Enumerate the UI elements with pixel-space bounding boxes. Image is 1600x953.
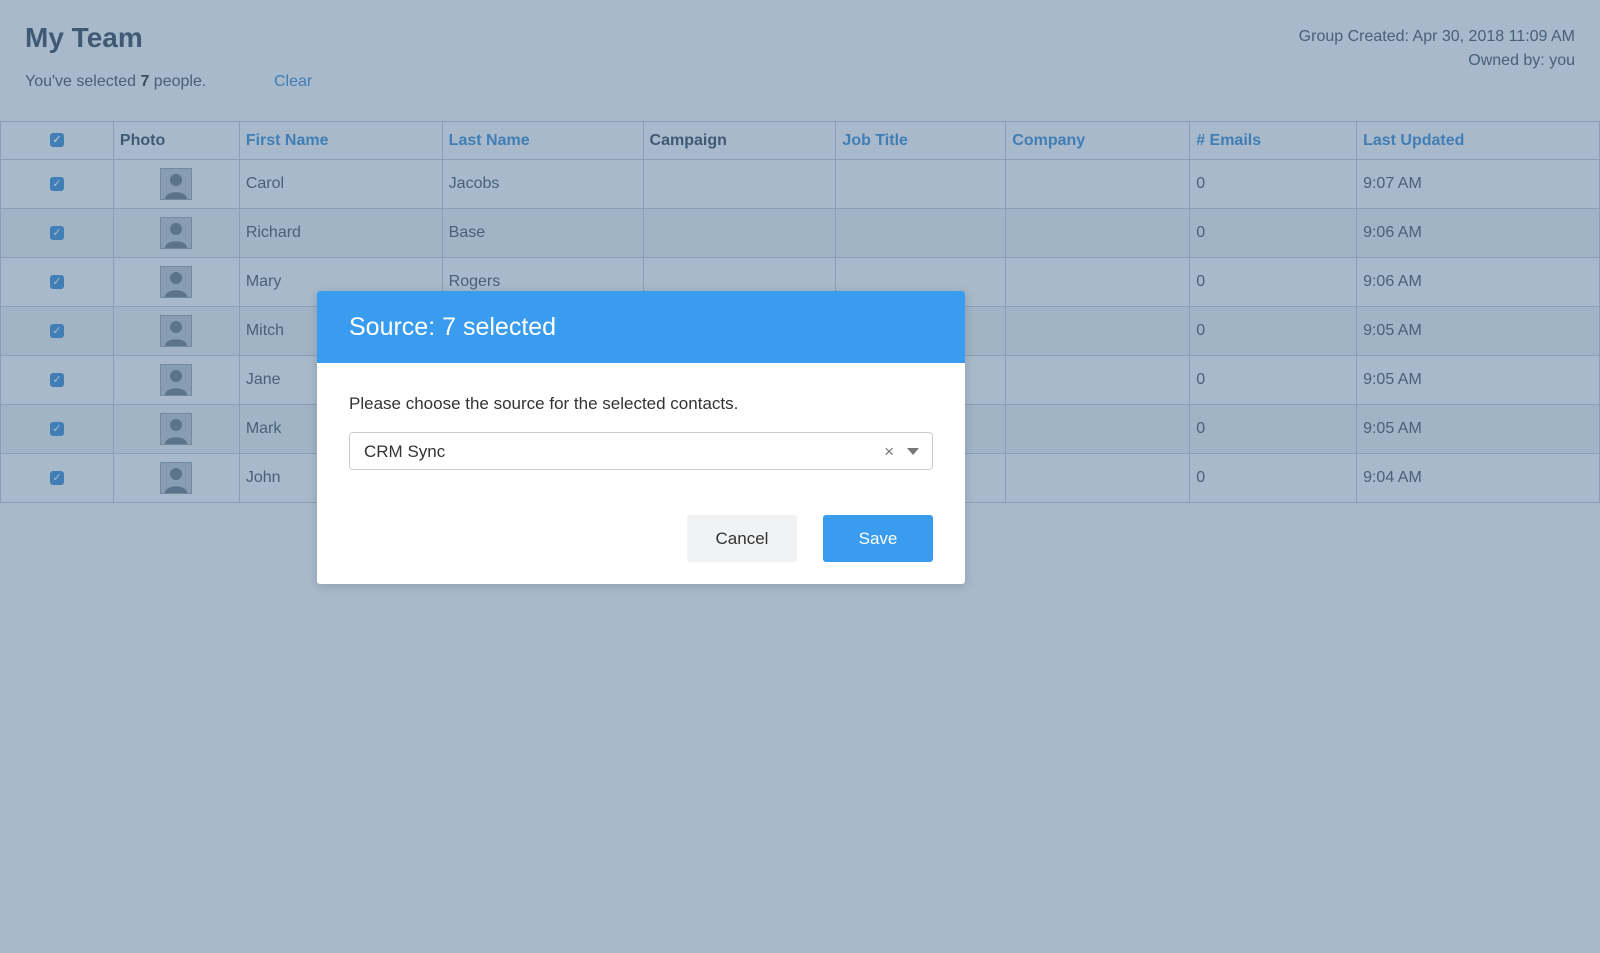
- clear-x-icon[interactable]: ×: [884, 442, 894, 462]
- source-dialog: Source: 7 selected Please choose the sou…: [317, 291, 965, 584]
- source-select-value: CRM Sync: [364, 442, 446, 461]
- chevron-down-icon[interactable]: [907, 448, 919, 455]
- dialog-body: Please choose the source for the selecte…: [317, 363, 965, 584]
- save-button[interactable]: Save: [823, 515, 933, 562]
- dialog-prompt: Please choose the source for the selecte…: [349, 394, 739, 413]
- dialog-title: Source: 7 selected: [317, 291, 965, 363]
- source-select[interactable]: CRM Sync ×: [349, 432, 933, 470]
- cancel-button[interactable]: Cancel: [687, 515, 797, 562]
